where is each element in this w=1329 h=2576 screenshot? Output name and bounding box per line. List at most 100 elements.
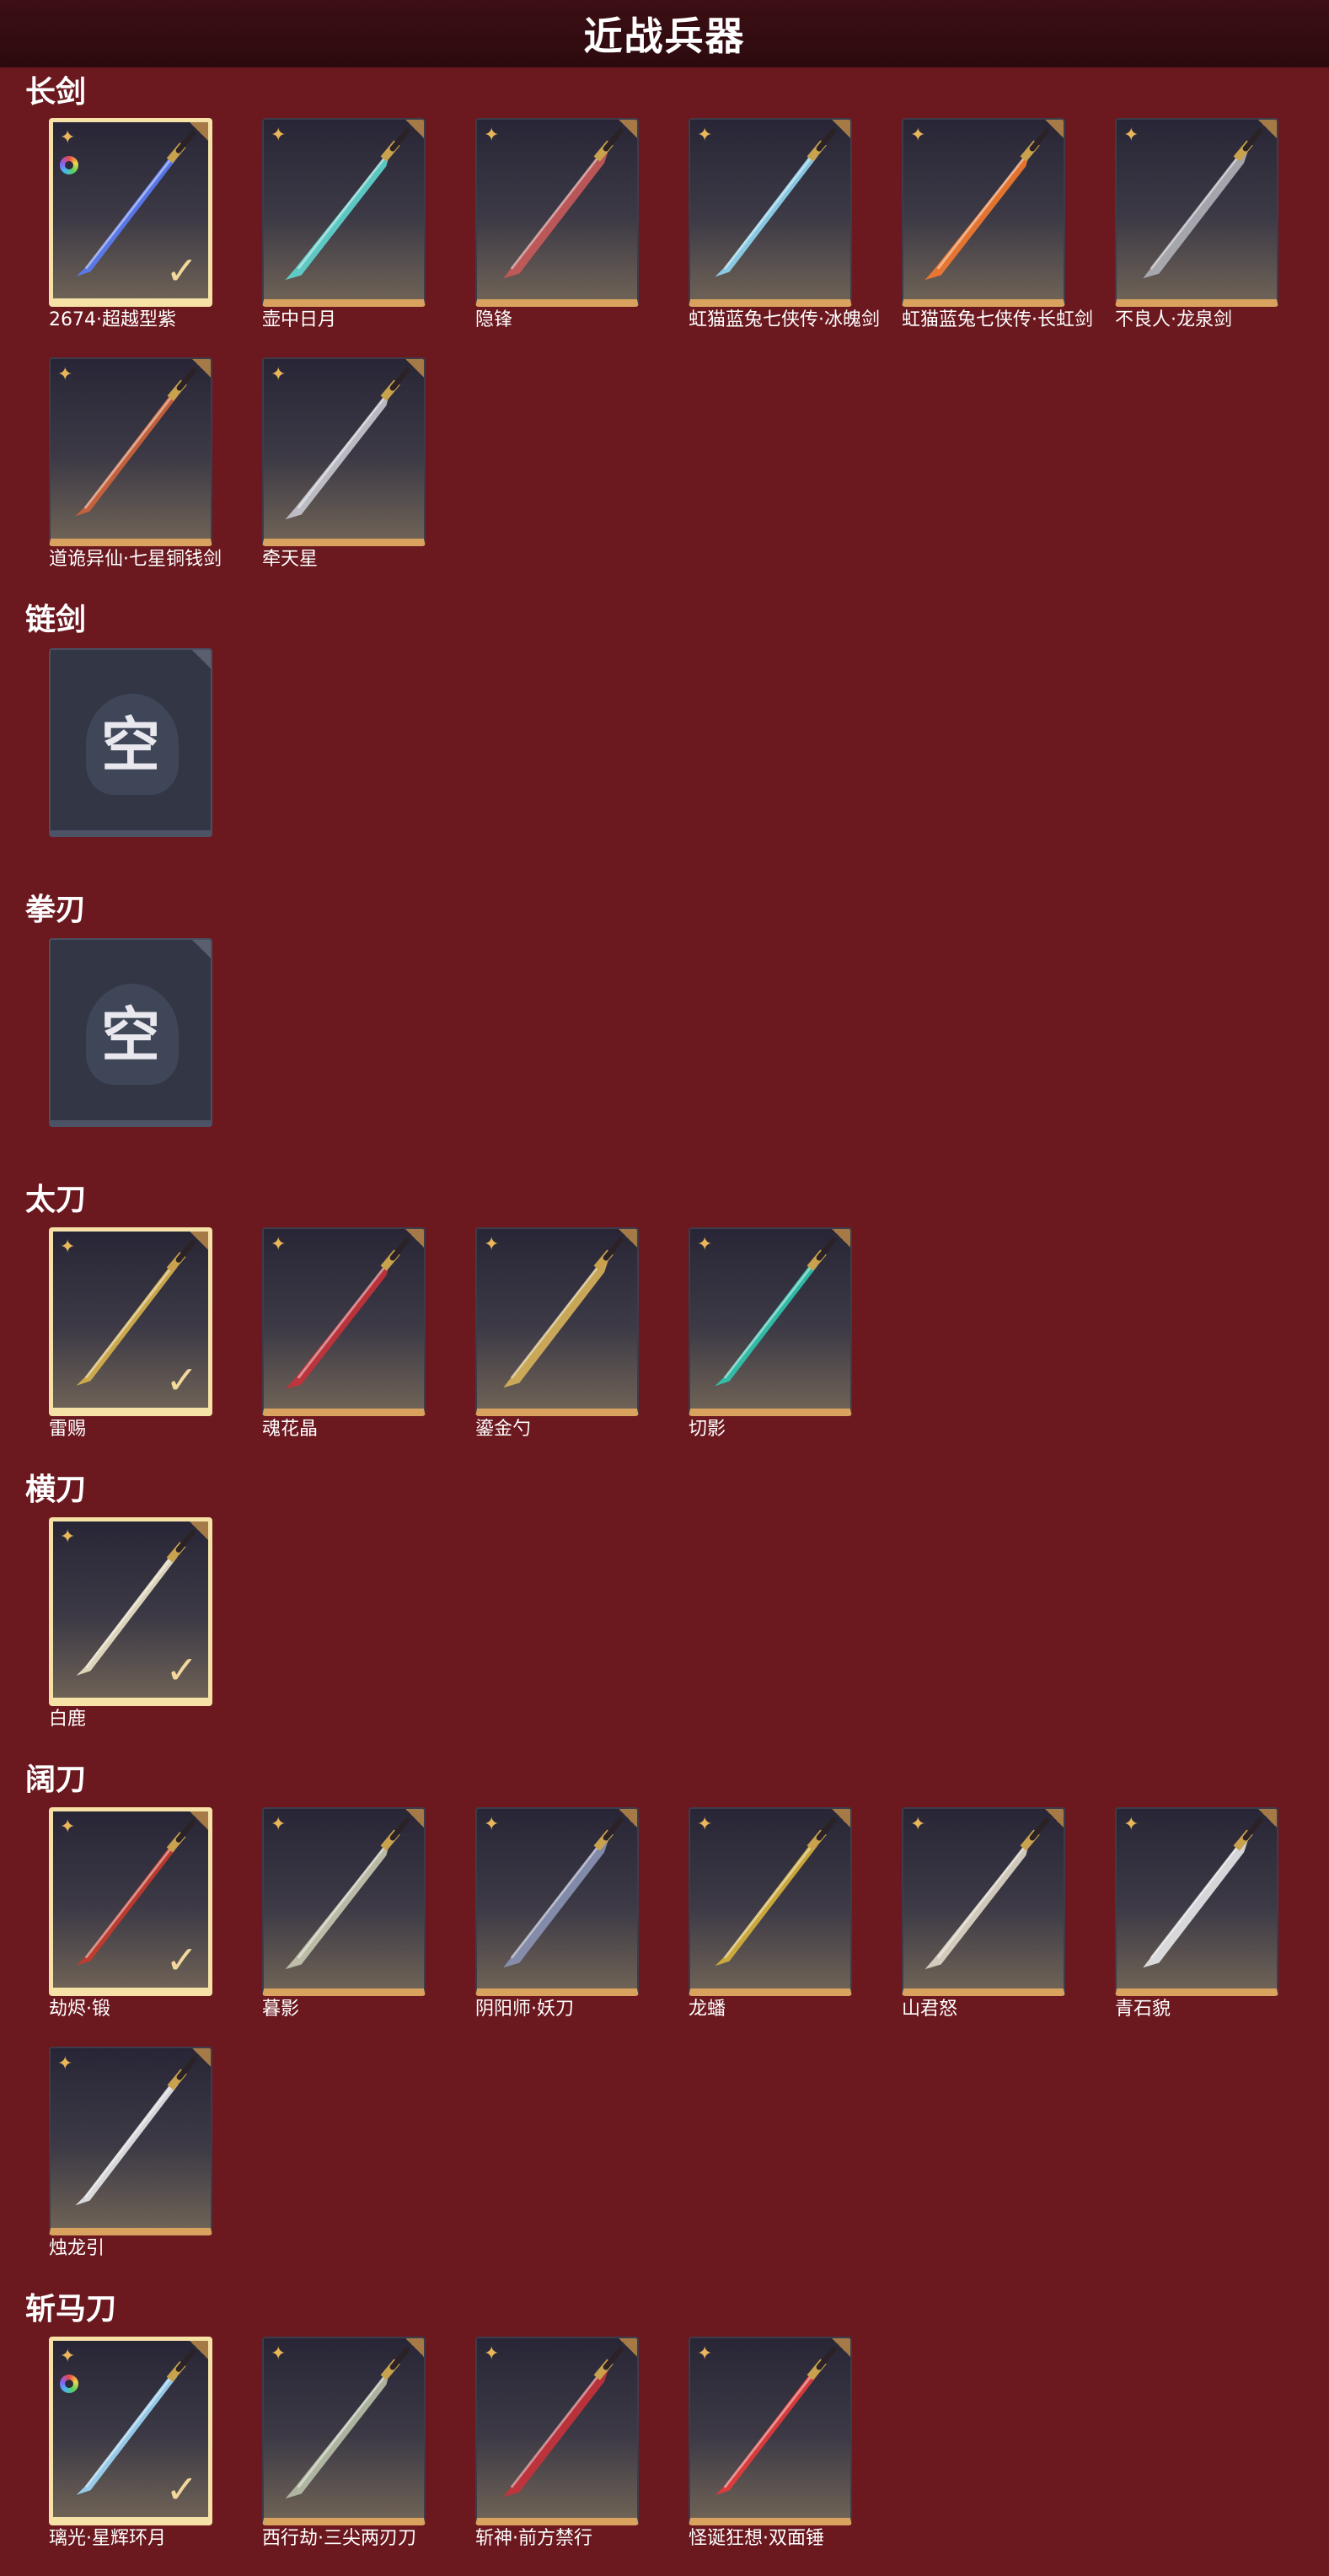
weapon-name-label: 鎏金勺 [475,1419,532,1440]
weapon-card[interactable]: ✦ [902,118,1065,307]
corner-tab-icon [405,2338,424,2357]
weapon-card[interactable]: ✦ ✓ [49,1807,212,1996]
star-icon: ✦ [271,1814,287,1835]
corner-tab-icon [405,1229,424,1248]
weapon-card[interactable]: ✦ [475,1807,639,1996]
weapon-card[interactable]: ✦ ✓ [49,1517,212,1706]
color-ring-icon [60,156,78,174]
corner-tab-icon [190,1232,208,1250]
page-header: 近战兵器 [0,0,1329,67]
weapon-card[interactable]: ✦ [262,2337,426,2525]
star-icon: ✦ [697,125,713,146]
weapon-card[interactable]: ✦ [689,118,852,307]
weapon-image [503,2346,624,2498]
empty-slot-glyph: 空 [101,710,160,780]
weapon-image [285,2346,410,2499]
weapon-card[interactable]: ✦ [49,357,212,546]
check-icon: ✓ [165,2466,198,2512]
star-icon: ✦ [910,125,926,146]
weapon-card[interactable]: ✦ [475,1227,639,1416]
corner-tab-icon [190,1521,208,1540]
weapon-image [715,2346,837,2496]
weapon-image [75,367,197,517]
weapon-image [503,1237,624,1388]
weapon-name-label: 雷赐 [49,1419,87,1440]
weapon-name-label: 暮影 [262,1999,300,2020]
corner-tab-icon [192,359,211,378]
check-icon: ✓ [165,1357,198,1403]
weapon-card[interactable]: ✦ [262,1227,426,1416]
section-title-changjian: 长剑 [25,75,87,110]
weapon-card[interactable]: ✦ [1115,118,1278,307]
corner-tab-icon [1258,1809,1277,1827]
weapon-name-label: 牵天星 [262,549,319,570]
weapon-name-label: 道诡异仙·七星铜钱剑 [49,549,222,570]
corner-tab-icon [619,1809,637,1827]
corner-tab-icon [619,120,637,138]
weapon-image [285,127,410,281]
weapon-image [75,2056,197,2206]
weapon-card[interactable]: ✦ ✓ [49,118,212,307]
weapon-name-label: 龙蟠 [689,1999,726,2020]
empty-weapon-slot-lianjian[interactable]: 空 [49,648,212,837]
section-title-zhanmadao: 斩马刀 [25,2292,117,2326]
empty-weapon-slot-quanren[interactable]: 空 [49,938,212,1127]
weapon-image [285,1817,410,1970]
page-title: 近战兵器 [583,13,746,59]
star-icon: ✦ [484,1234,500,1255]
corner-tab-icon [1045,1809,1064,1827]
weapon-card[interactable]: ✦ [262,1807,426,1996]
section-title-quanren: 拳刃 [25,893,87,927]
weapon-name-label: 璃光·星辉环月 [49,2528,166,2549]
weapon-name-label: 斩神·前方禁行 [475,2528,592,2549]
weapon-name-label: 虹猫蓝兔七侠传·长虹剑 [902,309,1093,330]
corner-tab-icon [405,1809,424,1827]
star-icon: ✦ [484,2343,500,2364]
weapon-card[interactable]: ✦ [902,1807,1065,1996]
weapon-name-label: 隐锋 [475,309,513,330]
corner-tab-icon [832,2338,850,2357]
weapon-name-label: 怪诞狂想·双面锤 [689,2528,824,2549]
weapon-name-label: 山君怒 [902,1999,958,2020]
weapon-card[interactable]: ✦ [49,2047,212,2235]
star-icon: ✦ [697,2343,713,2364]
corner-tab-icon [190,122,208,141]
weapon-card[interactable]: ✦ ✓ [49,2337,212,2525]
weapon-card[interactable]: ✦ [689,1227,852,1416]
weapon-image [715,127,837,277]
weapon-image [1143,1817,1263,1968]
corner-tab-icon [832,1229,850,1248]
weapon-image [285,1237,410,1390]
corner-tab-icon [192,2048,211,2067]
weapon-name-label: 西行劫·三尖两刃刀 [262,2528,416,2549]
check-icon: ✓ [165,1937,198,1983]
weapon-card[interactable]: ✦ [689,1807,852,1996]
weapon-name-label: 壶中日月 [262,309,337,330]
color-ring-icon [60,2375,78,2393]
corner-tab-icon [190,2341,208,2359]
weapon-card[interactable]: ✦ [475,118,639,307]
weapon-card[interactable]: ✦ [475,2337,639,2525]
weapon-card[interactable]: ✦ [689,2337,852,2525]
weapon-image [503,1817,624,1968]
weapon-card[interactable]: ✦ [1115,1807,1278,1996]
star-icon: ✦ [60,1237,76,1258]
weapon-card[interactable]: ✦ [262,118,426,307]
weapon-card[interactable]: ✦ ✓ [49,1227,212,1416]
weapon-name-label: 白鹿 [49,1709,87,1730]
weapon-name-label: 阴阳师·妖刀 [475,1999,574,2020]
star-icon: ✦ [57,364,73,385]
weapon-image [715,1237,837,1387]
star-icon: ✦ [484,1814,500,1835]
weapon-image [924,1817,1050,1970]
star-icon: ✦ [271,364,287,385]
star-icon: ✦ [1123,125,1139,146]
star-icon: ✦ [697,1814,713,1835]
star-icon: ✦ [910,1814,926,1835]
weapon-image [503,127,624,279]
star-icon: ✦ [60,1527,76,1548]
corner-tab-icon [190,1811,208,1830]
star-icon: ✦ [484,125,500,146]
corner-tab-icon [619,2338,637,2357]
weapon-card[interactable]: ✦ [262,357,426,546]
